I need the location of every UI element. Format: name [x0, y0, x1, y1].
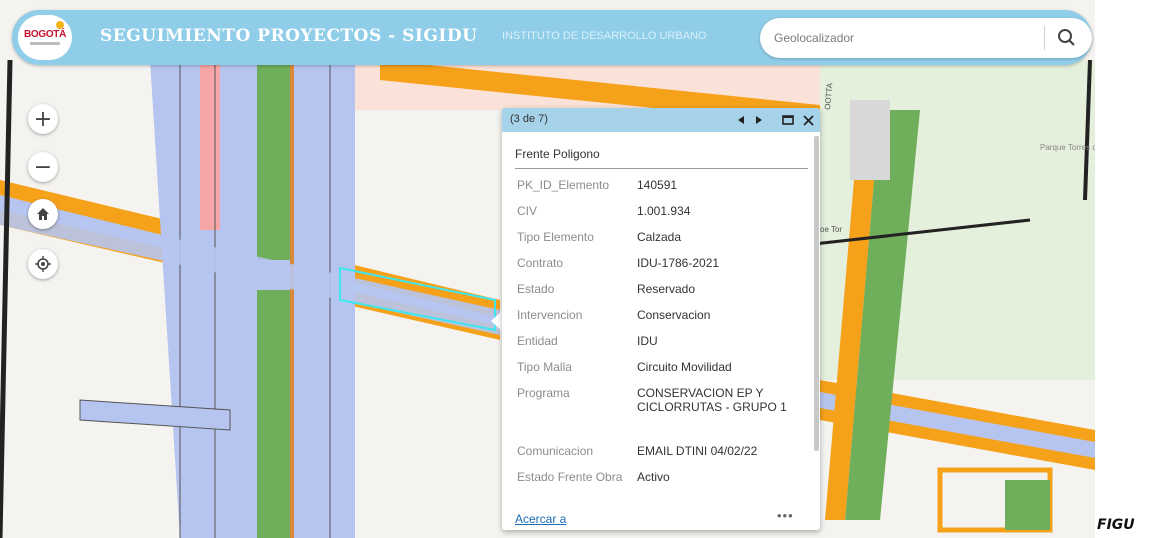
zoom-to-link[interactable]: Acercar a — [515, 512, 566, 526]
popup-header: (3 de 7) — [502, 108, 820, 132]
logo-sun-icon — [56, 21, 64, 29]
attribute-key: Estado — [517, 282, 555, 296]
figure-caption: FIGU — [1097, 517, 1135, 533]
attribute-key: Tipo Elemento — [517, 230, 594, 244]
attribute-value: Activo — [637, 470, 670, 484]
maximize-button[interactable] — [780, 110, 796, 130]
attribute-value: IDU — [637, 334, 658, 348]
street-label: oe Tor — [820, 225, 842, 234]
attribute-value: Calzada — [637, 230, 682, 244]
locate-icon — [35, 256, 51, 272]
next-feature-button[interactable] — [752, 110, 766, 130]
attribute-value: Conservacion — [637, 308, 711, 322]
attribute-key: Entidad — [517, 334, 558, 348]
triangle-left-icon — [738, 116, 744, 124]
popup-title: Frente Poligono — [515, 147, 600, 161]
search-input[interactable] — [774, 26, 1034, 50]
attribute-key: Tipo Malla — [517, 360, 572, 374]
maximize-icon — [782, 115, 794, 125]
zoom-in-label: + — [33, 106, 53, 132]
home-icon — [37, 208, 49, 220]
attribute-key: CIV — [517, 204, 538, 218]
attribute-key: Intervencion — [517, 308, 583, 322]
home-button[interactable] — [28, 199, 58, 229]
app-subtitle: INSTITUTO DE DESARROLLO URBANO — [502, 30, 707, 42]
logo-underline — [30, 42, 60, 45]
attribute-value: 1.001.934 — [637, 204, 691, 218]
attribute-key: Estado Frente Obra — [517, 470, 623, 484]
attribute-key: PK_ID_Elemento — [517, 178, 610, 192]
app-header: BOGOTÁ SEGUIMIENTO PROYECTOS - SIGIDU IN… — [12, 10, 1092, 65]
park-label: Parque Torres de Madeira — [1040, 143, 1095, 152]
attribute-value: Circuito Movilidad — [637, 360, 732, 374]
attribute-key: Programa — [517, 386, 570, 400]
zoom-in-button[interactable]: + — [28, 104, 58, 134]
feature-popup: (3 de 7) Frente Poligono PK_ID_Elemento 1… — [502, 108, 820, 530]
popup-count: (3 de 7) — [510, 113, 548, 125]
attribute-value: EMAIL DTINI 04/02/22 — [637, 444, 758, 458]
app-title: SEGUIMIENTO PROYECTOS - SIGIDU — [100, 26, 478, 46]
attribute-value: IDU-1786-2021 — [637, 256, 720, 270]
bogota-logo[interactable]: BOGOTÁ — [18, 15, 72, 60]
geolocator-search — [760, 18, 1092, 58]
zoom-out-button[interactable]: − — [28, 152, 58, 182]
search-divider — [1044, 26, 1045, 50]
zoom-out-label: − — [33, 154, 53, 180]
popup-scrollbar[interactable] — [814, 136, 819, 451]
previous-feature-button[interactable] — [734, 110, 748, 130]
popup-divider — [515, 168, 808, 169]
attribute-key: Contrato — [517, 256, 564, 270]
attribute-key: Comunicacion — [517, 444, 594, 458]
attribute-value: 140591 — [637, 178, 678, 192]
triangle-right-icon — [756, 116, 762, 124]
more-actions-button[interactable]: ••• — [777, 508, 794, 523]
logo-text: BOGOTÁ — [23, 29, 67, 40]
search-icon — [1058, 29, 1075, 46]
search-button[interactable] — [1050, 24, 1084, 52]
attribute-value: Reservado — [637, 282, 696, 296]
attribute-value: CONSERVACION EP Y CICLORRUTAS - GRUPO 1 — [637, 386, 787, 414]
close-button[interactable] — [800, 110, 816, 130]
locate-button[interactable] — [28, 249, 58, 279]
close-icon — [802, 114, 814, 126]
